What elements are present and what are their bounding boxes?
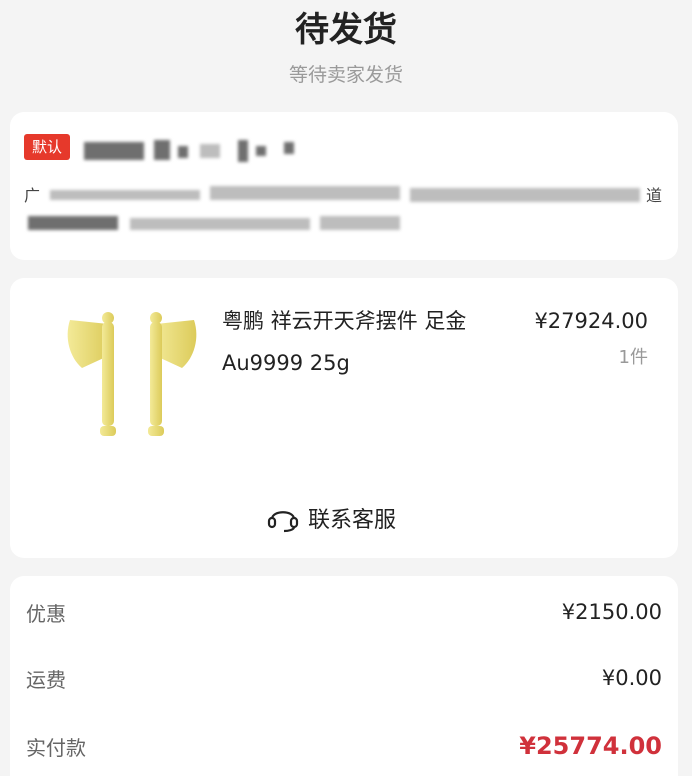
redacted-block: [256, 146, 266, 156]
shipping-label: 运费: [26, 667, 66, 692]
paid-label: 实付款: [26, 735, 86, 760]
redacted-block: [200, 144, 220, 158]
discount-value: ¥2150.00: [561, 600, 662, 624]
product-price: ¥27924.00: [534, 309, 648, 333]
address-redacted: [28, 216, 118, 230]
recipient-name-redacted: [84, 142, 144, 160]
shipping-row: 运费 ¥0.00: [26, 658, 662, 698]
contact-service-button[interactable]: 联系客服: [266, 498, 396, 538]
address-redacted: [210, 186, 400, 200]
address-redacted: [320, 216, 400, 230]
paid-row: 实付款 ¥25774.00: [26, 726, 662, 766]
address-prefix: 广: [24, 186, 41, 205]
address-card[interactable]: 默认 广 道: [10, 112, 678, 260]
order-status-header: 待发货 等待卖家发货: [0, 0, 692, 88]
default-address-badge: 默认: [24, 134, 70, 160]
status-subtitle: 等待卖家发货: [288, 64, 403, 86]
redacted-block: [284, 142, 294, 154]
discount-label: 优惠: [26, 601, 66, 626]
shipping-value: ¥0.00: [601, 666, 662, 690]
order-summary-card: 优惠 ¥2150.00 运费 ¥0.00 实付款 ¥25774.00: [10, 576, 678, 776]
paid-value: ¥25774.00: [519, 732, 662, 760]
headset-icon: [267, 511, 299, 533]
discount-row: 优惠 ¥2150.00: [26, 592, 662, 632]
address-redacted: [130, 218, 310, 230]
product-card[interactable]: 粤鹏 祥云开天斧摆件 足金 Au9999 25g ¥27924.00 1件 联系…: [10, 278, 678, 558]
status-title: 待发货: [295, 10, 397, 50]
product-title[interactable]: 粤鹏 祥云开天斧摆件 足金 Au9999 25g: [222, 300, 512, 384]
address-suffix: 道: [645, 186, 662, 205]
redacted-block: [154, 140, 170, 160]
product-quantity: 1件: [618, 347, 648, 368]
address-redacted: [410, 188, 640, 202]
contact-service-label: 联系客服: [308, 508, 397, 533]
gold-axe-pair-icon: [67, 312, 197, 436]
address-redacted: [50, 190, 200, 200]
redacted-block: [238, 140, 248, 162]
redacted-block: [178, 146, 188, 158]
